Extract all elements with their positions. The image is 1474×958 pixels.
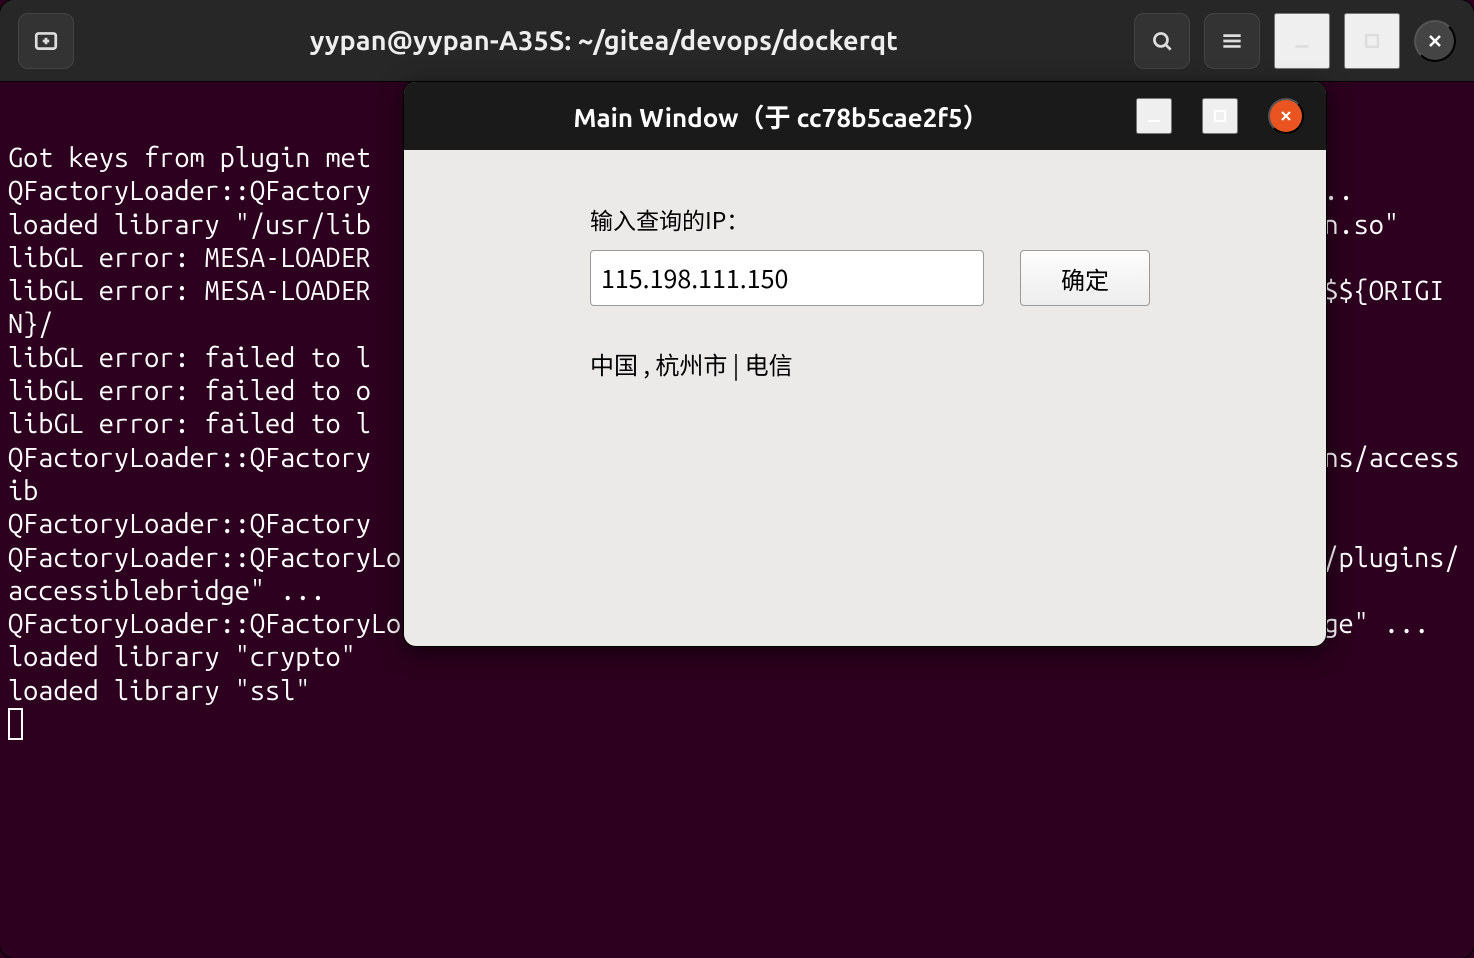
close-icon — [1278, 108, 1294, 124]
close-icon — [1425, 31, 1445, 51]
search-button[interactable] — [1134, 13, 1190, 69]
main-window-dialog: Main Window（于 cc78b5cae2f5） 输入查询的IP： 确定 … — [404, 82, 1326, 646]
close-button[interactable] — [1414, 20, 1456, 62]
maximize-icon — [1362, 31, 1382, 51]
maximize-icon — [1210, 106, 1230, 126]
terminal-line: libGL error: failed to l — [8, 343, 371, 373]
dialog-minimize-button[interactable] — [1136, 98, 1172, 134]
minimize-button[interactable] — [1274, 13, 1330, 69]
dialog-body: 输入查询的IP： 确定 中国 , 杭州市 | 电信 — [404, 150, 1326, 646]
hamburger-icon — [1219, 28, 1245, 54]
dialog-title: Main Window（于 cc78b5cae2f5） — [426, 98, 1136, 135]
maximize-button[interactable] — [1344, 13, 1400, 69]
minimize-icon — [1291, 30, 1313, 52]
minimize-icon — [1144, 106, 1164, 126]
terminal-line: Got keys from plugin met — [8, 143, 371, 173]
terminal-title: yypan@yypan-A35S: ~/gitea/devops/dockerq… — [88, 26, 1120, 56]
ip-input[interactable] — [590, 250, 984, 306]
query-result: 中国 , 杭州市 | 电信 — [590, 346, 793, 381]
new-tab-icon — [33, 28, 59, 54]
terminal-line: libGL error: MESA-LOADER — [8, 243, 371, 273]
terminal-line: loaded library "crypto" — [8, 642, 356, 672]
terminal-line: libGL error: failed to l — [8, 409, 371, 439]
menu-button[interactable] — [1204, 13, 1260, 69]
terminal-line: loaded library "ssl" — [8, 676, 310, 706]
search-icon — [1149, 28, 1175, 54]
dialog-maximize-button[interactable] — [1202, 98, 1238, 134]
terminal-line: libGL error: failed to o — [8, 376, 371, 406]
new-tab-button[interactable] — [18, 13, 74, 69]
terminal-cursor — [8, 708, 23, 740]
dialog-close-button[interactable] — [1268, 98, 1304, 134]
submit-button[interactable]: 确定 — [1020, 250, 1150, 306]
dialog-titlebar[interactable]: Main Window（于 cc78b5cae2f5） — [404, 82, 1326, 150]
terminal-titlebar: yypan@yypan-A35S: ~/gitea/devops/dockerq… — [0, 0, 1474, 82]
ip-input-label: 输入查询的IP： — [590, 202, 749, 236]
